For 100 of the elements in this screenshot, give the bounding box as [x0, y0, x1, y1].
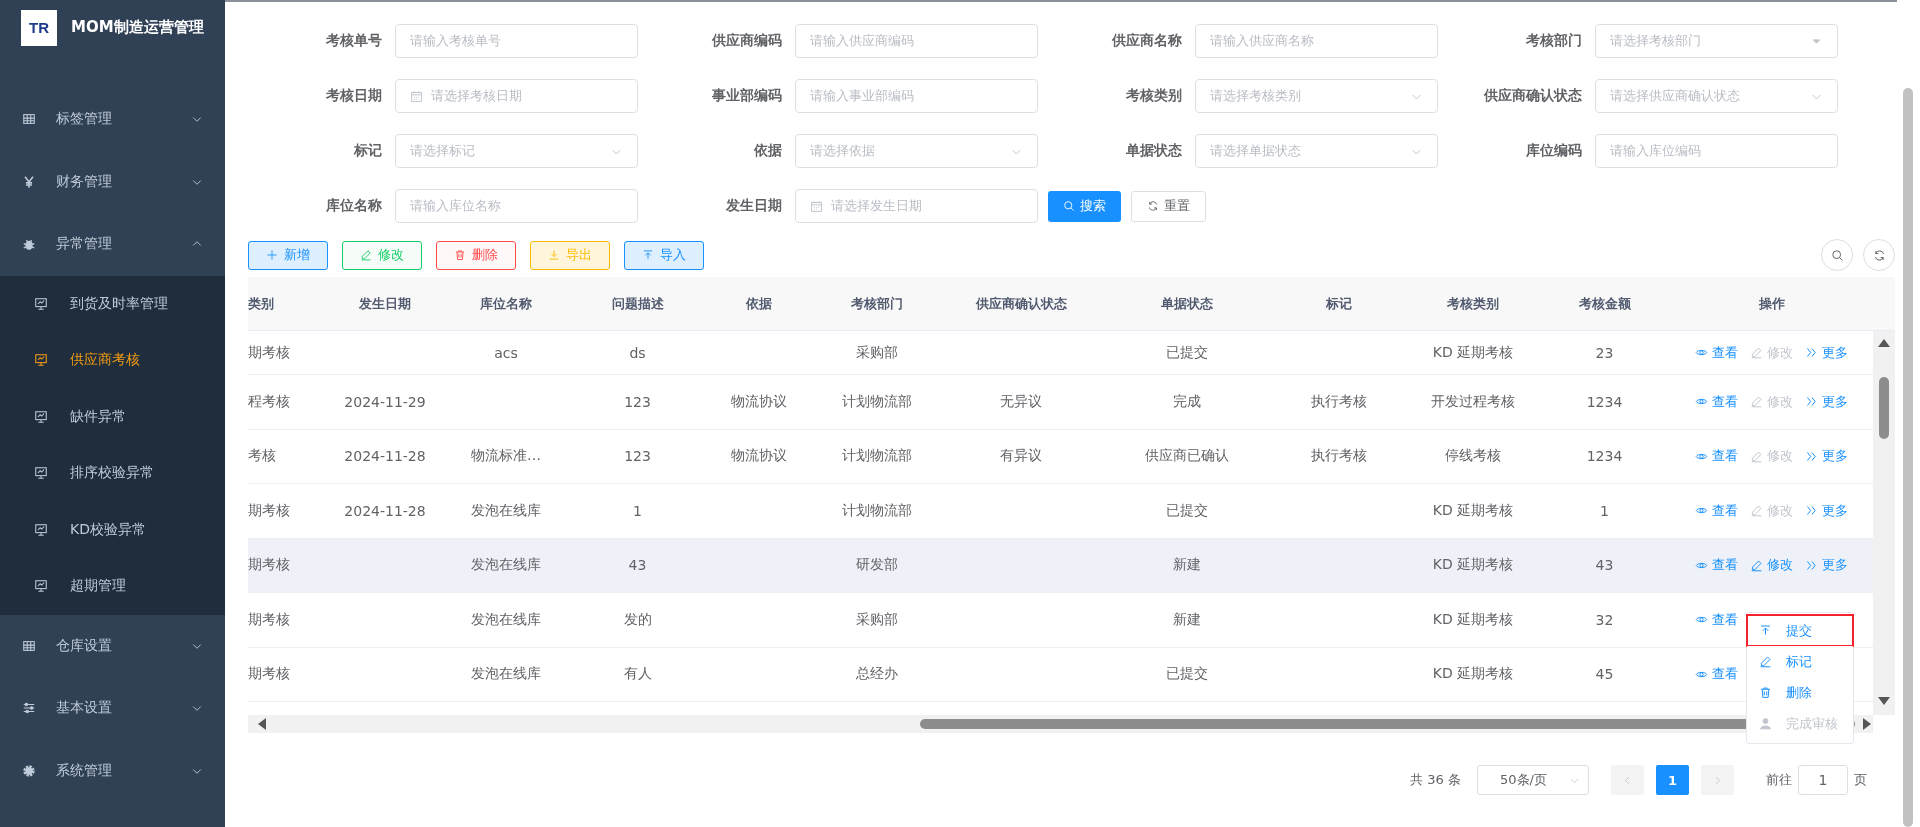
input-field[interactable]: 请输入库位名称 — [395, 189, 638, 223]
vertical-scrollbar[interactable] — [1873, 331, 1895, 715]
action-link[interactable]: 更多 — [1805, 392, 1848, 411]
table-cell: 有异议 — [1000, 447, 1042, 466]
table-cell: 23 — [1595, 344, 1614, 361]
table-cell: 计划物流部 — [842, 392, 912, 411]
double-chevron-icon — [1805, 504, 1818, 518]
table-cell: 执行考核 — [1311, 447, 1367, 466]
toolbar-button[interactable]: 新增 — [248, 240, 328, 270]
column-header: 依据 — [746, 294, 772, 313]
table-cell: 新建 — [1172, 610, 1201, 629]
input-field[interactable]: 请选择单据状态 — [1195, 134, 1438, 168]
pencil-icon — [360, 249, 372, 261]
search-toggle-button[interactable] — [1821, 239, 1853, 271]
action-link[interactable]: 修改 — [1750, 556, 1793, 575]
page-size-select[interactable]: 50条/页 — [1477, 765, 1589, 795]
horizontal-scrollbar[interactable] — [248, 715, 1873, 733]
search-icon — [1063, 200, 1075, 212]
column-header: 问题描述 — [611, 294, 664, 313]
menu-item[interactable]: 仓库设置 — [0, 614, 225, 677]
input-field[interactable]: 请输入供应商名称 — [1195, 24, 1438, 58]
refresh-icon — [1872, 248, 1886, 262]
field-label: 标记 — [353, 142, 382, 160]
submenu-item[interactable]: 供应商考核 — [0, 332, 225, 389]
refresh-button[interactable] — [1863, 239, 1895, 271]
table-cell: 采购部 — [856, 610, 898, 629]
column-header: 发生日期 — [359, 294, 411, 313]
action-link[interactable]: 更多 — [1805, 343, 1848, 362]
field-label: 事业部编码 — [711, 87, 782, 105]
input-field[interactable]: 请选择考核日期 — [395, 79, 638, 113]
table-cell: 发泡在线库 — [471, 665, 541, 684]
column-header: 操作 — [1759, 294, 1785, 313]
input-field[interactable]: 请输入考核单号 — [395, 24, 638, 58]
settings-icon — [22, 763, 36, 778]
submenu-item[interactable]: 缺件异常 — [0, 388, 225, 445]
menu-item[interactable]: 异常管理 — [0, 213, 225, 276]
submenu-item[interactable]: 排序校验异常 — [0, 445, 225, 502]
monitor-icon — [34, 579, 48, 594]
input-field[interactable]: 请输入供应商编码 — [795, 24, 1038, 58]
input-field[interactable]: 请输入库位编码 — [1595, 134, 1838, 168]
field-label: 单据状态 — [1125, 142, 1182, 160]
column-header: 单据状态 — [1160, 294, 1213, 313]
menu-item[interactable]: 财务管理 — [0, 150, 225, 213]
goto-label: 前往 — [1766, 771, 1792, 789]
action-link[interactable]: 查看 — [1695, 343, 1738, 362]
action-link[interactable]: 查看 — [1695, 610, 1738, 629]
reset-button[interactable]: 重置 — [1131, 190, 1206, 222]
search-icon — [1830, 248, 1844, 262]
action-link[interactable]: 查看 — [1695, 392, 1738, 411]
table-cell: 发泡在线库 — [471, 610, 541, 629]
page-button[interactable]: 1 — [1656, 765, 1689, 795]
field-label: 库位编码 — [1525, 142, 1582, 160]
submenu-item[interactable]: KD校验异常 — [0, 501, 225, 558]
action-link[interactable]: 查看 — [1695, 501, 1738, 520]
menu-item[interactable]: 基本设置 — [0, 677, 225, 740]
table-cell: 程考核 — [248, 392, 290, 411]
table-cell: 计划物流部 — [842, 501, 912, 520]
menu-item[interactable]: 提交 — [1747, 615, 1853, 646]
table-cell: 123 — [624, 393, 651, 410]
field-label: 考核日期 — [325, 87, 382, 105]
page-input[interactable]: 1 — [1798, 765, 1848, 795]
action-link[interactable]: 查看 — [1695, 665, 1738, 684]
action-link[interactable]: 查看 — [1695, 447, 1738, 466]
logo: TR — [21, 9, 57, 46]
action-link[interactable]: 更多 — [1805, 447, 1848, 466]
menu-item[interactable]: 标签管理 — [0, 88, 225, 151]
action-link[interactable]: 更多 — [1805, 501, 1848, 520]
pencil-icon — [1750, 504, 1763, 518]
table-cell: 已提交 — [1165, 665, 1208, 684]
table-cell: 完成 — [1172, 392, 1201, 411]
table-cell: 研发部 — [856, 556, 898, 575]
table-cell: ds — [629, 344, 646, 361]
input-field[interactable]: 请选择考核部门 — [1595, 24, 1838, 58]
column-header: 类别 — [248, 294, 274, 313]
field-label: 依据 — [753, 142, 782, 160]
calendar-icon — [410, 89, 423, 103]
table-cell: KD 延期考核 — [1432, 610, 1514, 629]
table-cell: 期考核 — [248, 501, 290, 520]
column-header: 考核金额 — [1578, 294, 1631, 313]
input-field[interactable]: 请选择考核类别 — [1195, 79, 1438, 113]
action-link[interactable]: 查看 — [1695, 556, 1738, 575]
toolbar-button[interactable]: 导入 — [624, 240, 704, 270]
column-header: 考核部门 — [851, 294, 903, 313]
input-field[interactable]: 请选择依据 — [795, 134, 1038, 168]
pencil-icon — [1759, 655, 1772, 668]
table-cell: 开发过程考核 — [1431, 392, 1515, 411]
pencil-icon — [1750, 346, 1763, 359]
table-cell: 供应商已确认 — [1144, 447, 1229, 466]
input-field[interactable]: 请选择发生日期 — [795, 189, 1038, 223]
search-button[interactable]: 搜索 — [1048, 190, 1121, 222]
table-cell: KD 延期考核 — [1432, 343, 1514, 362]
input-field[interactable]: 请选择供应商确认状态 — [1595, 79, 1838, 113]
submenu-item[interactable]: 到货及时率管理 — [0, 275, 225, 332]
input-field[interactable]: 请选择标记 — [395, 134, 638, 168]
table-cell: 1 — [633, 502, 642, 519]
action-link[interactable]: 更多 — [1805, 556, 1848, 575]
submenu-item[interactable]: 超期管理 — [0, 558, 225, 615]
input-field[interactable]: 请输入事业部编码 — [795, 79, 1038, 113]
menu-item[interactable]: 系统管理 — [0, 739, 225, 802]
table-cell: 考核 — [248, 447, 276, 466]
